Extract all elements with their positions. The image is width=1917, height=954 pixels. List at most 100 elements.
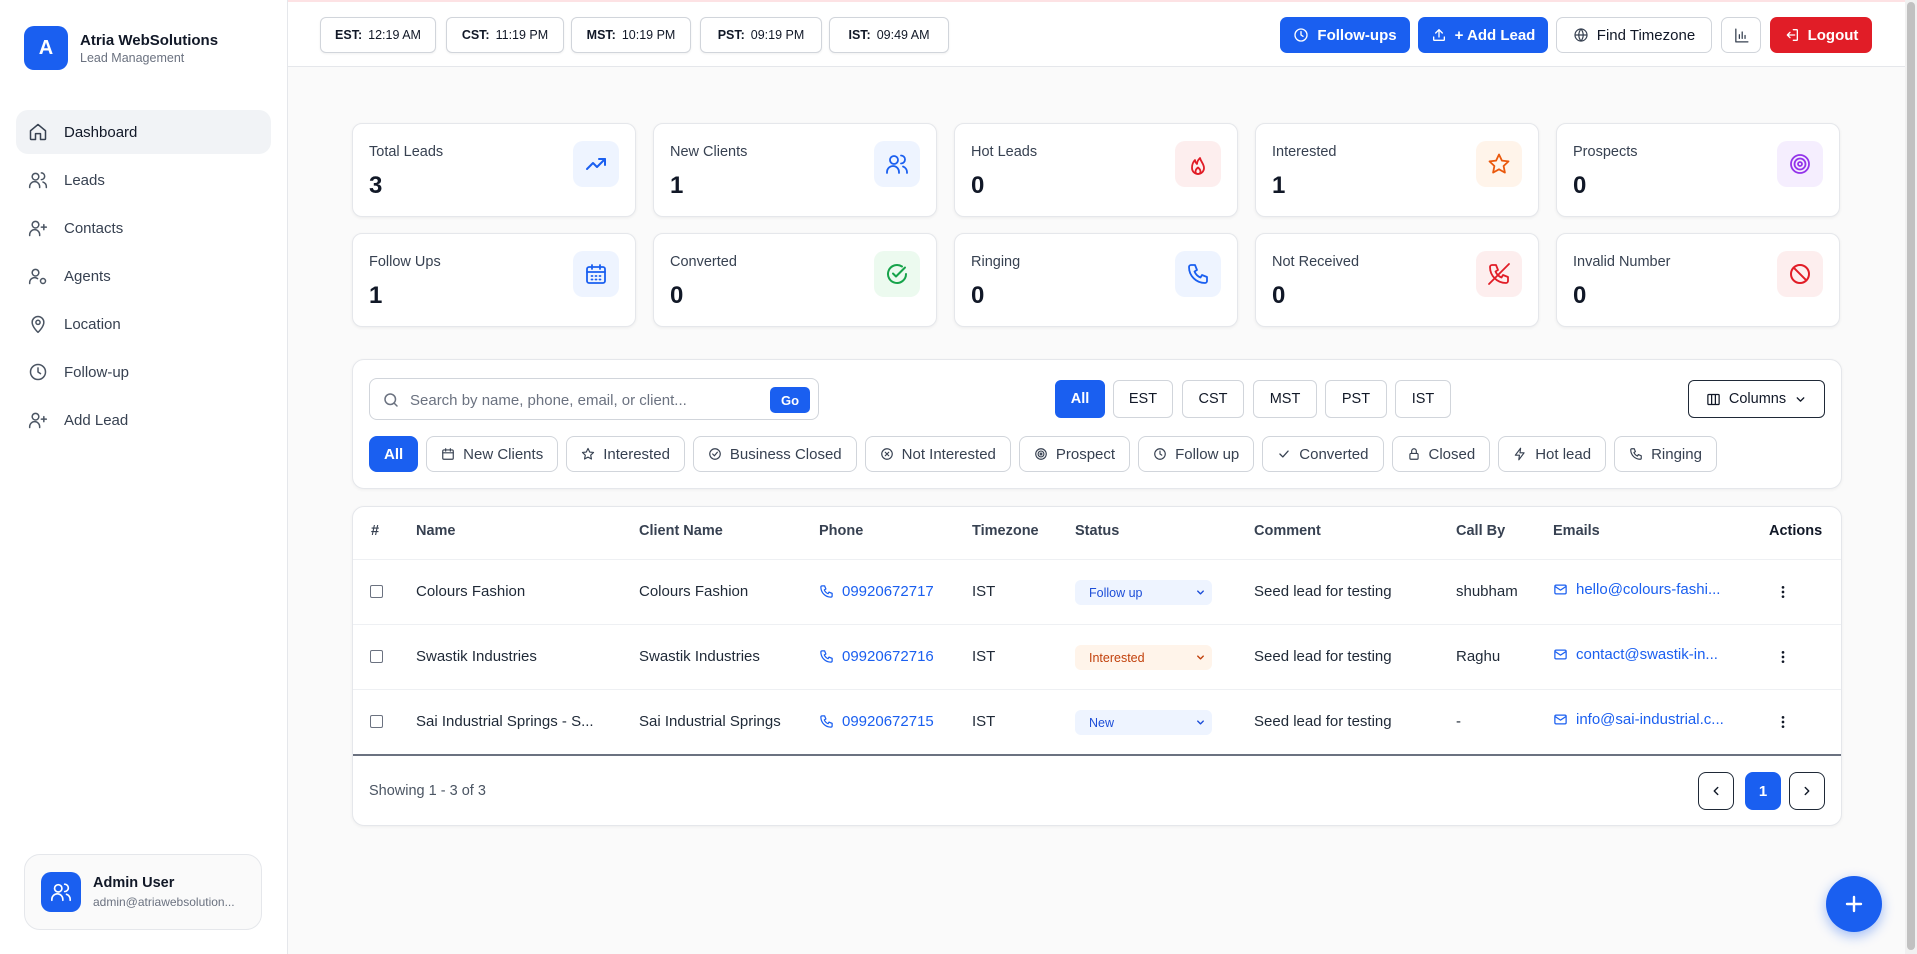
email-link[interactable]: info@sai-industrial.c... [1553, 711, 1724, 728]
stat-card-interested[interactable]: Interested 1 [1255, 123, 1539, 217]
stat-label: Converted [670, 254, 737, 270]
users-icon [874, 141, 920, 187]
search-go-button[interactable]: Go [770, 387, 810, 413]
search-box[interactable]: Go [369, 378, 819, 420]
table-row[interactable]: Swastik Industries Swastik Industries 09… [353, 624, 1841, 689]
analytics-button[interactable] [1721, 17, 1761, 53]
status-filter-label: Follow up [1175, 445, 1240, 463]
stat-card-total-leads[interactable]: Total Leads 3 [352, 123, 636, 217]
user-plus-icon [28, 218, 48, 238]
email-link[interactable]: contact@swastik-in... [1553, 646, 1718, 663]
column-header-emails[interactable]: Emails [1553, 523, 1600, 539]
column-header-name[interactable]: Name [416, 523, 456, 539]
status-filter-business-closed[interactable]: Business Closed [692, 436, 857, 472]
page-scrollbar[interactable] [1905, 0, 1917, 954]
status-filter-all[interactable]: All [369, 436, 419, 472]
status-filter-closed[interactable]: Closed [1391, 436, 1491, 472]
stat-label: Total Leads [369, 144, 444, 160]
email-link[interactable]: hello@colours-fashi... [1553, 581, 1720, 598]
sidebar-item-agents[interactable]: Agents [16, 254, 271, 298]
row-checkbox[interactable] [370, 715, 383, 728]
add-fab-button[interactable] [1826, 876, 1882, 932]
upload-icon [1431, 27, 1447, 43]
stat-card-converted[interactable]: Converted 0 [653, 233, 937, 327]
status-filter-ringing[interactable]: Ringing [1614, 436, 1717, 472]
status-filter-follow-up[interactable]: Follow up [1138, 436, 1255, 472]
tz-filter-mst[interactable]: MST [1253, 380, 1317, 418]
stat-card-prospects[interactable]: Prospects 0 [1556, 123, 1840, 217]
sidebar-item-add-lead[interactable]: Add Lead [16, 398, 271, 442]
calendar-icon [441, 447, 455, 461]
calendar-icon [573, 251, 619, 297]
status-filter-not-interested[interactable]: Not Interested [864, 436, 1011, 472]
stat-card-not-received[interactable]: Not Received 0 [1255, 233, 1539, 327]
phone-link[interactable]: 09920672716 [819, 648, 934, 665]
brand[interactable]: A Atria WebSolutions Lead Management [24, 26, 218, 70]
tz-filter-all[interactable]: All [1055, 380, 1105, 418]
user-card[interactable]: Admin User admin@atriawebsolution... [24, 854, 262, 930]
status-filter-label: Business Closed [729, 445, 842, 463]
star-icon [581, 447, 595, 461]
status-filter-interested[interactable]: Interested [566, 436, 685, 472]
cell-call-by: Raghu [1456, 648, 1501, 665]
prev-page-button[interactable] [1698, 772, 1734, 810]
sidebar-item-contacts[interactable]: Contacts [16, 206, 271, 250]
column-header-status[interactable]: Status [1075, 523, 1119, 539]
page-button-current[interactable]: 1 [1745, 772, 1781, 810]
stat-card-invalid-number[interactable]: Invalid Number 0 [1556, 233, 1840, 327]
logout-button[interactable]: Logout [1770, 17, 1872, 53]
phone-link[interactable]: 09920672715 [819, 713, 934, 730]
check-icon [1277, 447, 1291, 461]
clock-icon [28, 362, 48, 382]
next-page-button[interactable] [1789, 772, 1825, 810]
column-header-timezone[interactable]: Timezone [972, 523, 1039, 539]
stat-value: 3 [369, 172, 383, 199]
phone-link[interactable]: 09920672717 [819, 583, 934, 600]
table-row[interactable]: Colours Fashion Colours Fashion 09920672… [353, 559, 1841, 624]
more-vertical-icon[interactable] [1775, 584, 1791, 600]
status-filter-hot-lead[interactable]: Hot lead [1498, 436, 1607, 472]
status-filter-converted[interactable]: Converted [1262, 436, 1384, 472]
sidebar-item-leads[interactable]: Leads [16, 158, 271, 202]
tz-filter-ist[interactable]: IST [1395, 380, 1451, 418]
stat-card-new-clients[interactable]: New Clients 1 [653, 123, 937, 217]
more-vertical-icon[interactable] [1775, 649, 1791, 665]
sidebar-item-follow-up[interactable]: Follow-up [16, 350, 271, 394]
find-timezone-button[interactable]: Find Timezone [1556, 17, 1712, 53]
row-checkbox[interactable] [370, 585, 383, 598]
status-filter-new-clients[interactable]: New Clients [426, 436, 559, 472]
stat-card-ringing[interactable]: Ringing 0 [954, 233, 1238, 327]
table-footer: Showing 1 - 3 of 3 1 [353, 754, 1841, 825]
followups-button[interactable]: Follow-ups [1280, 17, 1410, 53]
search-input[interactable] [410, 387, 750, 413]
avatar [41, 872, 81, 912]
status-select[interactable]: New [1075, 710, 1212, 735]
stat-label: Not Received [1272, 254, 1360, 270]
column-header-comment[interactable]: Comment [1254, 523, 1321, 539]
sidebar-item-dashboard[interactable]: Dashboard [16, 110, 271, 154]
add-lead-button[interactable]: + Add Lead [1418, 17, 1548, 53]
tz-filter-pst[interactable]: PST [1325, 380, 1387, 418]
sidebar-item-location[interactable]: Location [16, 302, 271, 346]
scrollbar-thumb[interactable] [1907, 2, 1915, 950]
user-plus-icon [28, 410, 48, 430]
status-filter-prospect[interactable]: Prospect [1018, 436, 1131, 472]
column-header-call-by[interactable]: Call By [1456, 523, 1505, 539]
more-vertical-icon[interactable] [1775, 714, 1791, 730]
column-header-phone[interactable]: Phone [819, 523, 863, 539]
stat-card-follow-ups[interactable]: Follow Ups 1 [352, 233, 636, 327]
row-checkbox[interactable] [370, 650, 383, 663]
sidebar-item-label: Follow-up [64, 363, 130, 381]
trending-up-icon [573, 141, 619, 187]
column-header-client-name[interactable]: Client Name [639, 523, 723, 539]
tz-filter-cst[interactable]: CST [1182, 380, 1244, 418]
table-row[interactable]: Sai Industrial Springs - S... Sai Indust… [353, 689, 1841, 754]
status-select[interactable]: Interested [1075, 645, 1212, 670]
tz-filter-est[interactable]: EST [1113, 380, 1173, 418]
email-address: info@sai-industrial.c... [1576, 711, 1724, 728]
pagination-summary: Showing 1 - 3 of 3 [369, 783, 486, 799]
stat-card-hot-leads[interactable]: Hot Leads 0 [954, 123, 1238, 217]
status-filter-label: New Clients [463, 445, 544, 463]
status-select[interactable]: Follow up [1075, 580, 1212, 605]
columns-button[interactable]: Columns [1688, 380, 1825, 418]
